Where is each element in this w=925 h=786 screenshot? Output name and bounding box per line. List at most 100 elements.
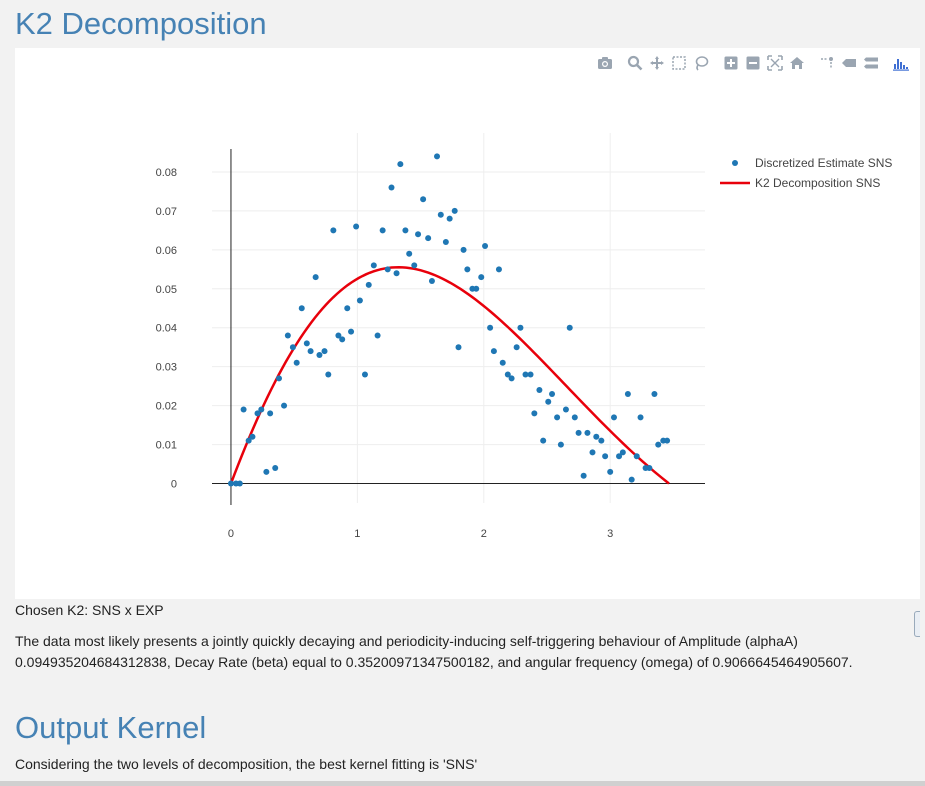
scatter-point[interactable] bbox=[321, 348, 328, 355]
scatter-point[interactable] bbox=[455, 344, 462, 351]
legend[interactable]: Discretized Estimate SNS K2 Decompositio… bbox=[720, 156, 892, 190]
k2-decomposition-chart[interactable]: 0 0.01 0.02 0.03 0.04 0.05 0.06 0.07 0.08 0 1 2 3 D… bbox=[15, 48, 920, 599]
scatter-point[interactable] bbox=[272, 464, 279, 471]
scatter-point[interactable] bbox=[508, 375, 515, 382]
scatter-point[interactable] bbox=[664, 437, 671, 444]
scatter-point[interactable] bbox=[637, 414, 644, 421]
scatter-point[interactable] bbox=[628, 476, 635, 483]
scatter-point[interactable] bbox=[397, 161, 404, 168]
scatter-point[interactable] bbox=[589, 449, 596, 456]
scatter-point[interactable] bbox=[263, 468, 270, 475]
scatter-point[interactable] bbox=[545, 398, 552, 405]
scatter-point[interactable] bbox=[580, 472, 587, 479]
output-kernel-heading: Output Kernel bbox=[15, 710, 207, 745]
description-paragraph: The data most likely presents a jointly … bbox=[15, 633, 853, 670]
scatter-point[interactable] bbox=[420, 196, 427, 203]
scatter-point[interactable] bbox=[602, 453, 609, 460]
scatter-point[interactable] bbox=[370, 262, 377, 269]
scatter-point[interactable] bbox=[411, 262, 418, 269]
scatter-point[interactable] bbox=[384, 266, 391, 273]
scatter-point[interactable] bbox=[303, 340, 310, 347]
scatter-point[interactable] bbox=[425, 235, 432, 242]
page-title: K2 Decomposition bbox=[15, 6, 267, 41]
scatter-point[interactable] bbox=[451, 207, 458, 214]
grid-lines bbox=[212, 133, 705, 503]
scatter-point[interactable] bbox=[339, 336, 346, 343]
scatter-point[interactable] bbox=[325, 371, 332, 378]
scatter-point[interactable] bbox=[406, 250, 413, 257]
scatter-point[interactable] bbox=[482, 242, 489, 249]
y-tick-label: 0 bbox=[171, 479, 177, 491]
scatter-point[interactable] bbox=[348, 328, 355, 335]
scatter-point[interactable] bbox=[307, 348, 314, 355]
scatter-point[interactable] bbox=[655, 441, 662, 448]
scatter-series bbox=[227, 153, 671, 487]
scatter-point[interactable] bbox=[513, 344, 520, 351]
scatter-point[interactable] bbox=[607, 468, 614, 475]
x-tick-label: 3 bbox=[607, 528, 613, 540]
scatter-point[interactable] bbox=[571, 414, 578, 421]
scatter-point[interactable] bbox=[344, 305, 351, 312]
scatter-point[interactable] bbox=[584, 429, 591, 436]
scatter-point[interactable] bbox=[575, 429, 582, 436]
scatter-point[interactable] bbox=[236, 480, 243, 487]
scatter-point[interactable] bbox=[442, 239, 449, 246]
scatter-point[interactable] bbox=[478, 274, 485, 281]
scatter-point[interactable] bbox=[312, 274, 319, 281]
scatter-point[interactable] bbox=[353, 223, 360, 230]
scatter-point[interactable] bbox=[646, 464, 653, 471]
scatter-point[interactable] bbox=[388, 184, 395, 191]
scatter-point[interactable] bbox=[276, 375, 282, 382]
scatter-point[interactable] bbox=[249, 433, 256, 440]
scatter-point[interactable] bbox=[298, 305, 305, 312]
scatter-point[interactable] bbox=[240, 406, 247, 413]
scatter-point[interactable] bbox=[356, 297, 363, 304]
scatter-point[interactable] bbox=[437, 211, 444, 218]
scatter-point[interactable] bbox=[379, 227, 386, 234]
scatter-point[interactable] bbox=[517, 324, 524, 331]
scatter-point[interactable] bbox=[293, 359, 300, 366]
scatter-point[interactable] bbox=[490, 348, 497, 355]
scatter-point[interactable] bbox=[428, 278, 435, 284]
scatter-point[interactable] bbox=[610, 414, 617, 421]
scatter-point[interactable] bbox=[460, 246, 467, 253]
scatter-point[interactable] bbox=[495, 266, 502, 273]
scatter-point[interactable] bbox=[365, 281, 372, 288]
legend-label-scatter: Discretized Estimate SNS bbox=[755, 156, 892, 170]
scatter-point[interactable] bbox=[557, 441, 564, 448]
scatter-point[interactable] bbox=[624, 390, 631, 397]
scatter-point[interactable] bbox=[549, 390, 556, 397]
scatter-point[interactable] bbox=[554, 414, 561, 421]
scatter-point[interactable] bbox=[415, 231, 422, 238]
scatter-point[interactable] bbox=[651, 390, 658, 397]
scatter-point[interactable] bbox=[619, 449, 626, 456]
side-expand-tab[interactable] bbox=[914, 611, 920, 637]
scatter-point[interactable] bbox=[374, 332, 381, 339]
scatter-point[interactable] bbox=[402, 227, 409, 234]
scatter-point[interactable] bbox=[633, 453, 640, 460]
scatter-point[interactable] bbox=[281, 402, 288, 409]
scatter-point[interactable] bbox=[540, 437, 547, 444]
scatter-point[interactable] bbox=[289, 344, 296, 351]
scatter-point[interactable] bbox=[593, 433, 600, 440]
scatter-point[interactable] bbox=[527, 371, 534, 378]
scatter-point[interactable] bbox=[562, 406, 569, 413]
scatter-point[interactable] bbox=[499, 359, 506, 366]
scatter-point[interactable] bbox=[566, 324, 573, 331]
scatter-point[interactable] bbox=[267, 410, 274, 417]
scatter-point[interactable] bbox=[361, 371, 368, 378]
scatter-point[interactable] bbox=[487, 324, 494, 331]
scatter-point[interactable] bbox=[258, 406, 265, 413]
scatter-point[interactable] bbox=[598, 437, 605, 444]
scatter-point[interactable] bbox=[536, 387, 543, 394]
scatter-point[interactable] bbox=[434, 153, 441, 160]
scatter-point[interactable] bbox=[330, 227, 337, 234]
scatter-point[interactable] bbox=[473, 285, 480, 292]
x-tick-label: 1 bbox=[354, 528, 360, 540]
scatter-point[interactable] bbox=[446, 215, 453, 222]
scatter-point[interactable] bbox=[284, 332, 291, 339]
scatter-point[interactable] bbox=[464, 266, 471, 273]
scatter-point[interactable] bbox=[316, 352, 323, 358]
scatter-point[interactable] bbox=[531, 410, 538, 417]
scatter-point[interactable] bbox=[393, 270, 400, 277]
